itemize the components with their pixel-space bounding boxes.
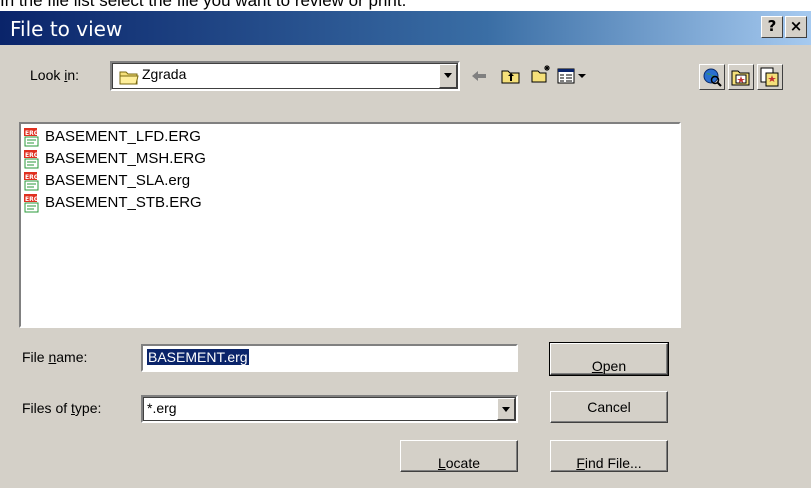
file-list[interactable]: ERG BASEMENT_LFD.ERG ERG BASEMENT_MSH.ER…: [19, 122, 681, 328]
look-in-combo[interactable]: Zgrada: [110, 61, 460, 91]
open-button[interactable]: Open: [549, 342, 669, 376]
file-name-label: File name:: [22, 349, 88, 365]
title-bar[interactable]: File to view ? ×: [0, 11, 811, 45]
erg-file-icon: ERG: [24, 128, 39, 147]
file-type-label: Files of type:: [22, 400, 102, 416]
new-folder-icon[interactable]: [530, 63, 552, 85]
locate-button[interactable]: Locate: [400, 440, 518, 472]
file-name-input[interactable]: BASEMENT.erg: [141, 344, 518, 372]
erg-file-icon: ERG: [24, 194, 39, 213]
file-type-select[interactable]: *.erg: [141, 395, 518, 423]
svg-text:ERG: ERG: [25, 130, 39, 137]
erg-file-icon: ERG: [24, 150, 39, 169]
svg-text:ERG: ERG: [25, 196, 39, 203]
instruction-text: In the file list select the file you wan…: [0, 0, 407, 10]
erg-file-icon: ERG: [24, 172, 39, 191]
look-in-label: Look in:: [30, 67, 80, 83]
help-button[interactable]: ?: [761, 16, 783, 38]
file-name-value: BASEMENT.erg: [147, 349, 249, 365]
star-folder-icon: [731, 70, 750, 86]
dialog-title: File to view: [10, 17, 123, 41]
globe-search-icon: [703, 68, 722, 87]
globe-search-button[interactable]: [699, 64, 725, 90]
file-type-dropdown-button[interactable]: [497, 398, 515, 420]
cancel-button[interactable]: Cancel: [550, 391, 668, 423]
add-favorite-button[interactable]: [757, 64, 783, 90]
svg-text:ERG: ERG: [25, 152, 39, 159]
svg-text:ERG: ERG: [25, 174, 39, 181]
star-copy-icon: [760, 67, 779, 87]
view-menu-icon[interactable]: [556, 65, 590, 87]
chevron-down-icon: [502, 407, 510, 412]
up-folder-icon[interactable]: [500, 65, 522, 87]
close-button[interactable]: ×: [785, 16, 807, 38]
file-open-dialog: File to view ? × Look in: Zgrada ERG BAS…: [0, 11, 811, 488]
favorites-folder-button[interactable]: [728, 64, 754, 90]
file-type-value: *.erg: [147, 400, 177, 416]
find-file-button[interactable]: Find File...: [550, 440, 668, 472]
back-arrow-icon[interactable]: [468, 65, 490, 87]
folder-icon: [119, 71, 139, 85]
look-in-dropdown-button[interactable]: [439, 64, 457, 88]
chevron-down-icon: [444, 73, 452, 78]
look-in-value: Zgrada: [142, 66, 187, 82]
